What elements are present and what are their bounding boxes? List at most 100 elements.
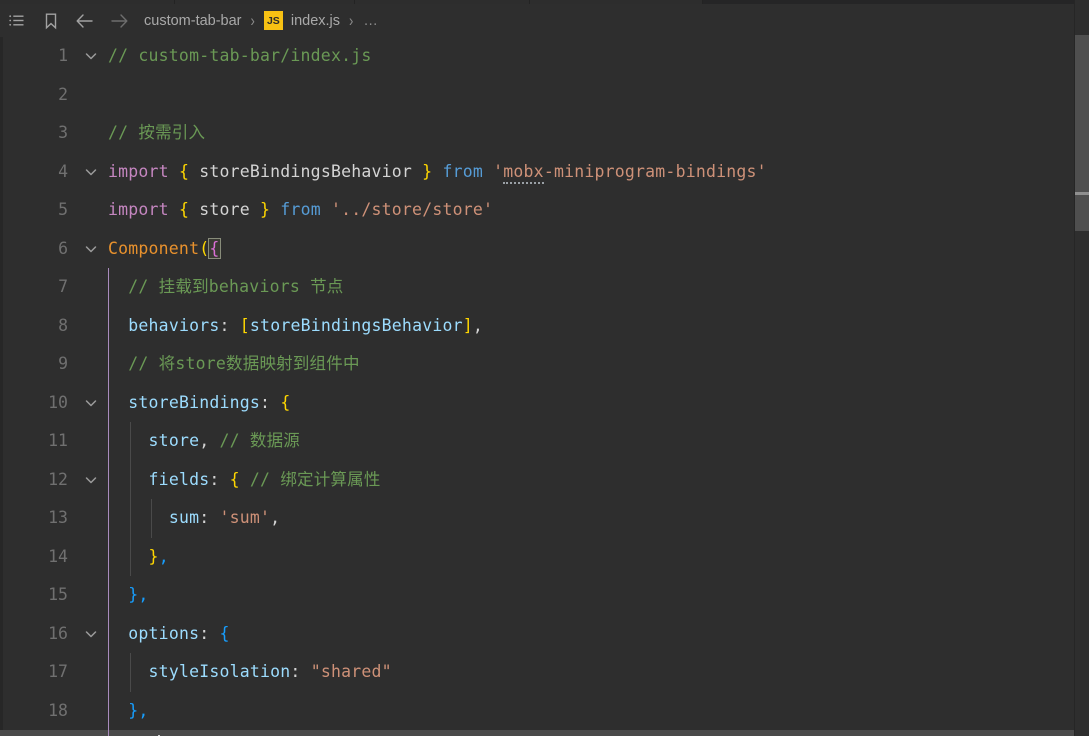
chevron-down-icon[interactable]	[80, 37, 102, 76]
line-number: 13	[48, 508, 68, 527]
chevron-down-icon[interactable]	[80, 230, 102, 269]
line-number: 19	[48, 730, 68, 736]
line-number: 12	[48, 469, 68, 489]
code-line[interactable]: 3 // 按需引入	[0, 114, 1089, 153]
navigate-forward-icon[interactable]	[102, 4, 136, 37]
code-token: [	[239, 315, 250, 335]
code-token: :	[199, 508, 220, 527]
code-text: // 挂载到behaviors 节点	[108, 268, 344, 307]
code-token: // 挂载到behaviors 节点	[108, 277, 344, 296]
code-token: store	[189, 200, 261, 219]
breadcrumb-folder[interactable]: custom-tab-bar	[142, 13, 244, 29]
chevron-down-icon[interactable]	[80, 153, 102, 192]
code-text: // 将store数据映射到组件中	[108, 345, 360, 384]
code-token: }	[128, 585, 139, 604]
code-line[interactable]: 1 // custom-tab-bar/index.js	[0, 37, 1089, 76]
code-token: '../store/store'	[330, 200, 494, 219]
code-token: store	[148, 431, 200, 450]
line-number: 14	[48, 546, 68, 566]
line-number: 10	[48, 392, 68, 412]
code-line[interactable]: 14 },	[0, 537, 1089, 576]
chevron-down-icon[interactable]	[80, 384, 102, 423]
code-token: sum	[168, 508, 200, 527]
line-number: 3	[58, 123, 68, 142]
code-token: :	[219, 315, 240, 335]
code-line[interactable]: 7 // 挂载到behaviors 节点	[0, 268, 1089, 307]
code-line[interactable]: 12 fields: { // 绑定计算属性	[0, 460, 1089, 500]
code-text: import { store } from '../store/store'	[108, 191, 493, 230]
gutter: 12	[0, 461, 108, 500]
code-token: {	[208, 237, 221, 259]
gutter: 4	[0, 153, 108, 192]
code-token: import	[108, 161, 179, 181]
code-token: :	[290, 662, 311, 681]
line-number: 18	[48, 700, 68, 720]
code-line[interactable]: 8 behaviors: [storeBindingsBehavior],	[0, 306, 1089, 346]
line-number: 16	[48, 623, 68, 643]
code-token: :	[209, 469, 230, 489]
gutter: 5	[0, 191, 108, 230]
gutter: 8	[0, 307, 108, 346]
code-text: fields: { // 绑定计算属性	[108, 461, 381, 500]
outline-list-icon[interactable]	[0, 4, 34, 37]
breadcrumb-separator-2-icon: ›	[349, 11, 354, 30]
code-token: storeBindingsBehavior	[189, 161, 423, 181]
line-number: 5	[58, 200, 68, 219]
breadcrumb-toolbar: custom-tab-bar › JS index.js › …	[0, 4, 1089, 37]
code-token: 'sum'	[219, 508, 271, 527]
code-line[interactable]: 6 Component({	[0, 230, 1089, 269]
scrollbar-marker	[1075, 192, 1089, 195]
chevron-down-icon[interactable]	[80, 615, 102, 654]
navigate-back-icon[interactable]	[68, 4, 102, 37]
line-number: 8	[58, 315, 68, 335]
code-token: // custom-tab-bar/index.js	[108, 46, 372, 65]
scrollbar-thumb[interactable]	[1075, 35, 1089, 231]
code-token: "shared"	[310, 662, 392, 681]
line-number: 17	[48, 662, 68, 681]
code-token: // 将store数据映射到组件中	[108, 354, 360, 373]
line-number: 9	[58, 354, 68, 373]
code-line[interactable]: 5 import { store } from '../store/store'	[0, 191, 1089, 230]
chevron-down-icon[interactable]	[80, 461, 102, 500]
breadcrumb-more[interactable]: …	[360, 13, 379, 29]
code-line[interactable]: 4 import { storeBindingsBehavior } from '…	[0, 153, 1089, 192]
vscode-editor-window: custom-tab-bar › JS index.js › … 1 // cus…	[0, 0, 1089, 736]
code-line[interactable]: 15 },	[0, 576, 1089, 615]
code-line[interactable]: 18 },	[0, 691, 1089, 731]
vertical-scrollbar[interactable]	[1075, 0, 1089, 736]
code-token: styleIsolation	[148, 662, 291, 681]
code-line[interactable]: 2	[0, 76, 1089, 115]
code-token: ]	[462, 315, 473, 335]
code-token: // 数据源	[219, 431, 301, 450]
code-token: storeBindings	[128, 392, 261, 412]
code-line[interactable]: 9 // 将store数据映射到组件中	[0, 345, 1089, 384]
code-token: ,	[138, 700, 149, 720]
chevron-down-icon[interactable]	[80, 730, 102, 736]
code-line[interactable]: 11 store, // 数据源	[0, 422, 1089, 461]
gutter: 11	[0, 422, 108, 461]
code-text: },	[108, 692, 149, 731]
code-line[interactable]: 10 storeBindings: {	[0, 383, 1089, 423]
code-token: '	[493, 161, 504, 181]
gutter: 1	[0, 37, 108, 76]
code-token: import	[108, 200, 179, 219]
code-line[interactable]: 17 styleIsolation: "shared"	[0, 653, 1089, 692]
bookmark-icon[interactable]	[34, 4, 68, 37]
code-line[interactable]: 13 sum: 'sum',	[0, 499, 1089, 538]
breadcrumb-file[interactable]: index.js	[289, 13, 342, 29]
breadcrumb-separator-icon: ›	[250, 11, 255, 30]
code-editor[interactable]: 1 // custom-tab-bar/index.js 2 3 // 按需引入 4 imp…	[0, 37, 1089, 736]
code-line[interactable]: 19 /**	[0, 730, 1089, 736]
line-number: 1	[58, 46, 68, 65]
code-token: // 按需引入	[108, 123, 206, 142]
code-line[interactable]: 16 options: {	[0, 614, 1089, 654]
code-token: storeBindingsBehavior	[249, 315, 463, 335]
gutter: 10	[0, 384, 108, 423]
